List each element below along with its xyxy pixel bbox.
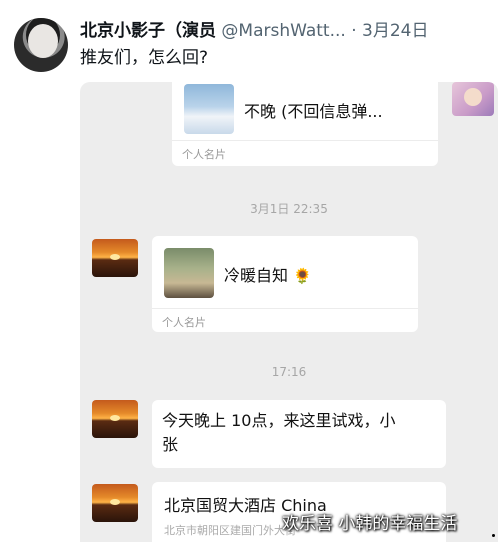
card-thumbnail-person (164, 248, 214, 298)
contact-card-2[interactable]: 冷暖自知 🌻 个人名片 (152, 236, 418, 332)
contact-card-1[interactable]: 不晚 (不回信息弹... 个人名片 (172, 82, 438, 166)
message-1-line1: 今天晚上 10点，来这里试戏，小 (162, 411, 396, 430)
tweet-author-avatar[interactable] (14, 18, 68, 72)
contact-avatar-sunset (92, 239, 138, 277)
card-2-title: 冷暖自知 🌻 (224, 262, 312, 286)
tweet-handle[interactable]: @MarshWatt... (221, 21, 345, 41)
card-divider (172, 140, 438, 141)
contact-avatar-sunset (92, 484, 138, 522)
card-1-title: 不晚 (不回信息弹... (244, 102, 383, 121)
tweet-display-name[interactable]: 北京小影子（演员 (80, 21, 216, 41)
tweet-text: 推友们，怎么回? (80, 48, 209, 68)
card-1-footer: 个人名片 (182, 148, 226, 161)
card-2-name: 冷暖自知 (224, 266, 289, 285)
tweet-date[interactable]: 3月24日 (362, 21, 428, 41)
card-thumbnail-sky (184, 84, 234, 134)
watermark: 欢乐喜 小韩的幸福生活 (282, 514, 458, 534)
card-2-footer: 个人名片 (162, 316, 206, 329)
message-bubble-1[interactable]: 今天晚上 10点，来这里试戏，小 张 (152, 400, 446, 468)
chat-timestamp-2: 17:16 (271, 365, 307, 379)
card-divider (152, 308, 418, 309)
sender-avatar (452, 82, 494, 116)
stray-dot (492, 534, 495, 537)
chat-timestamp-1: 3月1日 22:35 (250, 202, 328, 216)
message-1-line2: 张 (162, 435, 179, 454)
sunflower-icon: 🌻 (293, 267, 312, 285)
contact-avatar-sunset (92, 400, 138, 438)
separator-dot: · (351, 21, 357, 41)
tweet-header: 北京小影子（演员 @MarshWatt... · 3月24日 (80, 20, 486, 42)
chat-screenshot: 不晚 (不回信息弹... 个人名片 3月1日 22:35 冷暖自知 🌻 个人名片… (80, 82, 498, 542)
location-address: 北京市朝阳区建国门外大街 (164, 524, 296, 537)
